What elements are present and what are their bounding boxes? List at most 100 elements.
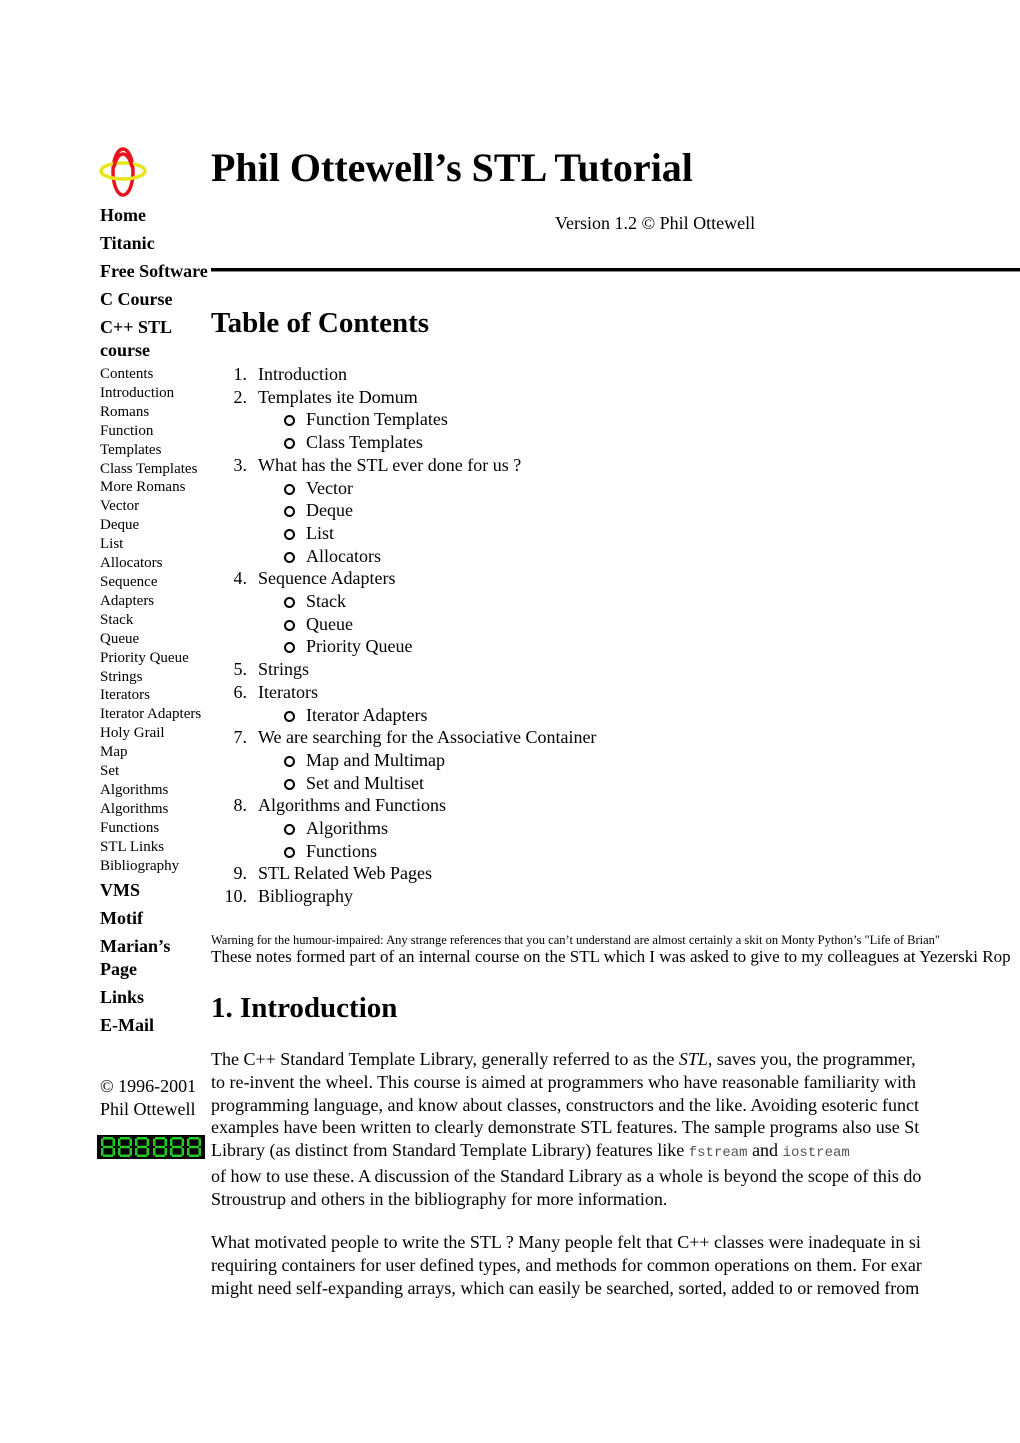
nav-link-free-software[interactable]: Free Software xyxy=(100,260,208,283)
toc-subitem: List xyxy=(211,522,596,545)
counter-digit xyxy=(100,1137,115,1158)
nav-secondary-links: VMS Motif Marian’s Page Links E-Mail xyxy=(100,879,208,1037)
nav-link-c-stl-course[interactable]: C++ STL course xyxy=(100,316,208,362)
course-link-strings[interactable]: Strings xyxy=(100,668,208,687)
toc-link-deque[interactable]: Deque xyxy=(306,500,353,520)
course-link-sequence-adapters[interactable]: Sequence Adapters xyxy=(100,573,208,611)
text: The C++ Standard Template Library, gener… xyxy=(211,1049,679,1069)
toc-link-queue[interactable]: Queue xyxy=(306,614,353,634)
course-link-introduction[interactable]: Introduction xyxy=(100,384,208,403)
toc-link-functions[interactable]: Functions xyxy=(306,841,377,861)
toc-link-set-and-multiset[interactable]: Set and Multiset xyxy=(306,773,424,793)
course-link-iterator-adapters[interactable]: Iterator Adapters xyxy=(100,705,208,724)
text-line: might need self-expanding arrays, which … xyxy=(211,1277,920,1298)
toc-subitem: Function Templates xyxy=(211,408,596,431)
toc-link-iterator-adapters[interactable]: Iterator Adapters xyxy=(306,705,427,725)
circle-bullet-icon xyxy=(284,710,295,722)
toc-link-we-are-searching-for-the-associative-container[interactable]: We are searching for the Associative Con… xyxy=(258,727,596,747)
course-link-bibliography[interactable]: Bibliography xyxy=(100,857,208,876)
course-link-function-templates[interactable]: Function Templates xyxy=(100,422,208,460)
counter-digit xyxy=(152,1137,167,1158)
circle-bullet-icon xyxy=(284,619,295,631)
toc-link-stl-related-web-pages[interactable]: STL Related Web Pages xyxy=(258,863,432,883)
course-link-allocators[interactable]: Allocators xyxy=(100,554,208,573)
hit-counter xyxy=(97,1135,205,1160)
toc-link-algorithms[interactable]: Algorithms xyxy=(306,818,388,838)
toc-number: 5. xyxy=(233,659,248,680)
nav-link-motif[interactable]: Motif xyxy=(100,907,208,930)
course-link-vector[interactable]: Vector xyxy=(100,497,208,516)
course-link-stack[interactable]: Stack xyxy=(100,611,208,630)
course-link-deque[interactable]: Deque xyxy=(100,516,208,535)
toc-subitem: Queue xyxy=(211,613,596,636)
circle-bullet-icon xyxy=(284,642,295,654)
circle-bullet-icon xyxy=(284,551,295,563)
toc-link-function-templates[interactable]: Function Templates xyxy=(306,409,448,429)
toc-link-bibliography[interactable]: Bibliography xyxy=(258,886,353,906)
version-text: Version 1.2 © Phil Ottewell xyxy=(555,213,756,233)
toc-link-sequence-adapters[interactable]: Sequence Adapters xyxy=(258,568,395,588)
toc-item: 7. We are searching for the Associative C… xyxy=(211,726,597,749)
nav-link-links[interactable]: Links xyxy=(100,986,208,1009)
course-link-priority-queue[interactable]: Priority Queue xyxy=(100,649,208,668)
circle-bullet-icon xyxy=(284,528,295,540)
course-link-holy-grail[interactable]: Holy Grail xyxy=(100,724,208,743)
toc-link-priority-queue[interactable]: Priority Queue xyxy=(306,636,412,656)
toc-link-vector[interactable]: Vector xyxy=(306,478,353,498)
toc-subitem: Allocators xyxy=(211,545,596,568)
toc-number: 4. xyxy=(233,568,248,589)
nav-link-marian-s-page[interactable]: Marian’s Page xyxy=(100,935,208,981)
toc-subitem: Functions xyxy=(211,840,596,863)
nav-link-e-mail[interactable]: E-Mail xyxy=(100,1014,208,1037)
toc-link-allocators[interactable]: Allocators xyxy=(306,546,381,566)
course-link-more-romans[interactable]: More Romans xyxy=(100,478,208,497)
counter-digit xyxy=(135,1137,150,1158)
toc-subitem: Algorithms xyxy=(211,817,596,840)
page-title: Phil Ottewell’s STL Tutorial xyxy=(211,145,693,190)
nav-link-titanic[interactable]: Titanic xyxy=(100,232,208,255)
toc-link-stack[interactable]: Stack xyxy=(306,591,346,611)
toc-link-map-and-multimap[interactable]: Map and Multimap xyxy=(306,750,445,770)
toc-number: 3. xyxy=(233,454,248,475)
course-link-list[interactable]: List xyxy=(100,535,208,554)
toc-subitem: Map and Multimap xyxy=(211,749,596,772)
course-link-queue[interactable]: Queue xyxy=(100,630,208,649)
course-link-stl-links[interactable]: STL Links xyxy=(100,838,208,857)
course-link-algorithms[interactable]: Algorithms xyxy=(100,781,208,800)
course-link-contents[interactable]: Contents xyxy=(100,365,208,384)
course-link-set[interactable]: Set xyxy=(100,762,208,781)
toc-link-what-has-the-stl-ever-done-for-us[interactable]: What has the STL ever done for us ? xyxy=(258,455,521,475)
course-link-algorithms[interactable]: Algorithms xyxy=(100,800,208,819)
circle-bullet-icon xyxy=(284,755,295,767)
toc-subitem: Class Templates xyxy=(211,431,596,454)
toc-heading: Table of Contents xyxy=(211,307,430,339)
toc-number: 8. xyxy=(233,795,248,816)
sidebar: Home Titanic Free Software C Course C++ STL … xyxy=(97,146,208,1160)
toc-link-algorithms-and-functions[interactable]: Algorithms and Functions xyxy=(258,795,446,815)
toc-link-strings[interactable]: Strings xyxy=(258,659,309,679)
course-link-romans[interactable]: Romans xyxy=(100,403,208,422)
circle-bullet-icon xyxy=(284,846,295,858)
toc-number: 7. xyxy=(233,727,248,748)
toc-number: 9. xyxy=(233,863,248,884)
toc-link-iterators[interactable]: Iterators xyxy=(258,682,318,702)
nav-link-home[interactable]: Home xyxy=(100,204,208,227)
text-line: examples have been written to clearly de… xyxy=(211,1117,920,1138)
course-link-class-templates[interactable]: Class Templates xyxy=(100,460,208,479)
course-link-iterators[interactable]: Iterators xyxy=(100,686,208,705)
toc-item: 10. Bibliography xyxy=(211,885,596,908)
course-link-map[interactable]: Map xyxy=(100,743,208,762)
toc-item: 4. Sequence Adapters xyxy=(211,567,596,590)
text-line: of how to use these. A discussion of the… xyxy=(211,1165,922,1186)
nav-main-links: Home Titanic Free Software C Course C++ STL … xyxy=(100,204,208,362)
site-logo-icon[interactable] xyxy=(98,146,148,198)
toc-link-introduction[interactable]: Introduction xyxy=(258,364,347,384)
course-link-functions[interactable]: Functions xyxy=(100,819,208,838)
toc-link-list[interactable]: List xyxy=(306,523,334,543)
nav-link-vms[interactable]: VMS xyxy=(100,879,208,902)
text-line: to re-invent the wheel. This course is a… xyxy=(211,1071,916,1092)
nav-link-c-course[interactable]: C Course xyxy=(100,288,208,311)
circle-bullet-icon xyxy=(284,778,295,790)
toc-link-templates-ite-domum[interactable]: Templates ite Domum xyxy=(258,387,418,407)
toc-link-class-templates[interactable]: Class Templates xyxy=(306,432,423,452)
